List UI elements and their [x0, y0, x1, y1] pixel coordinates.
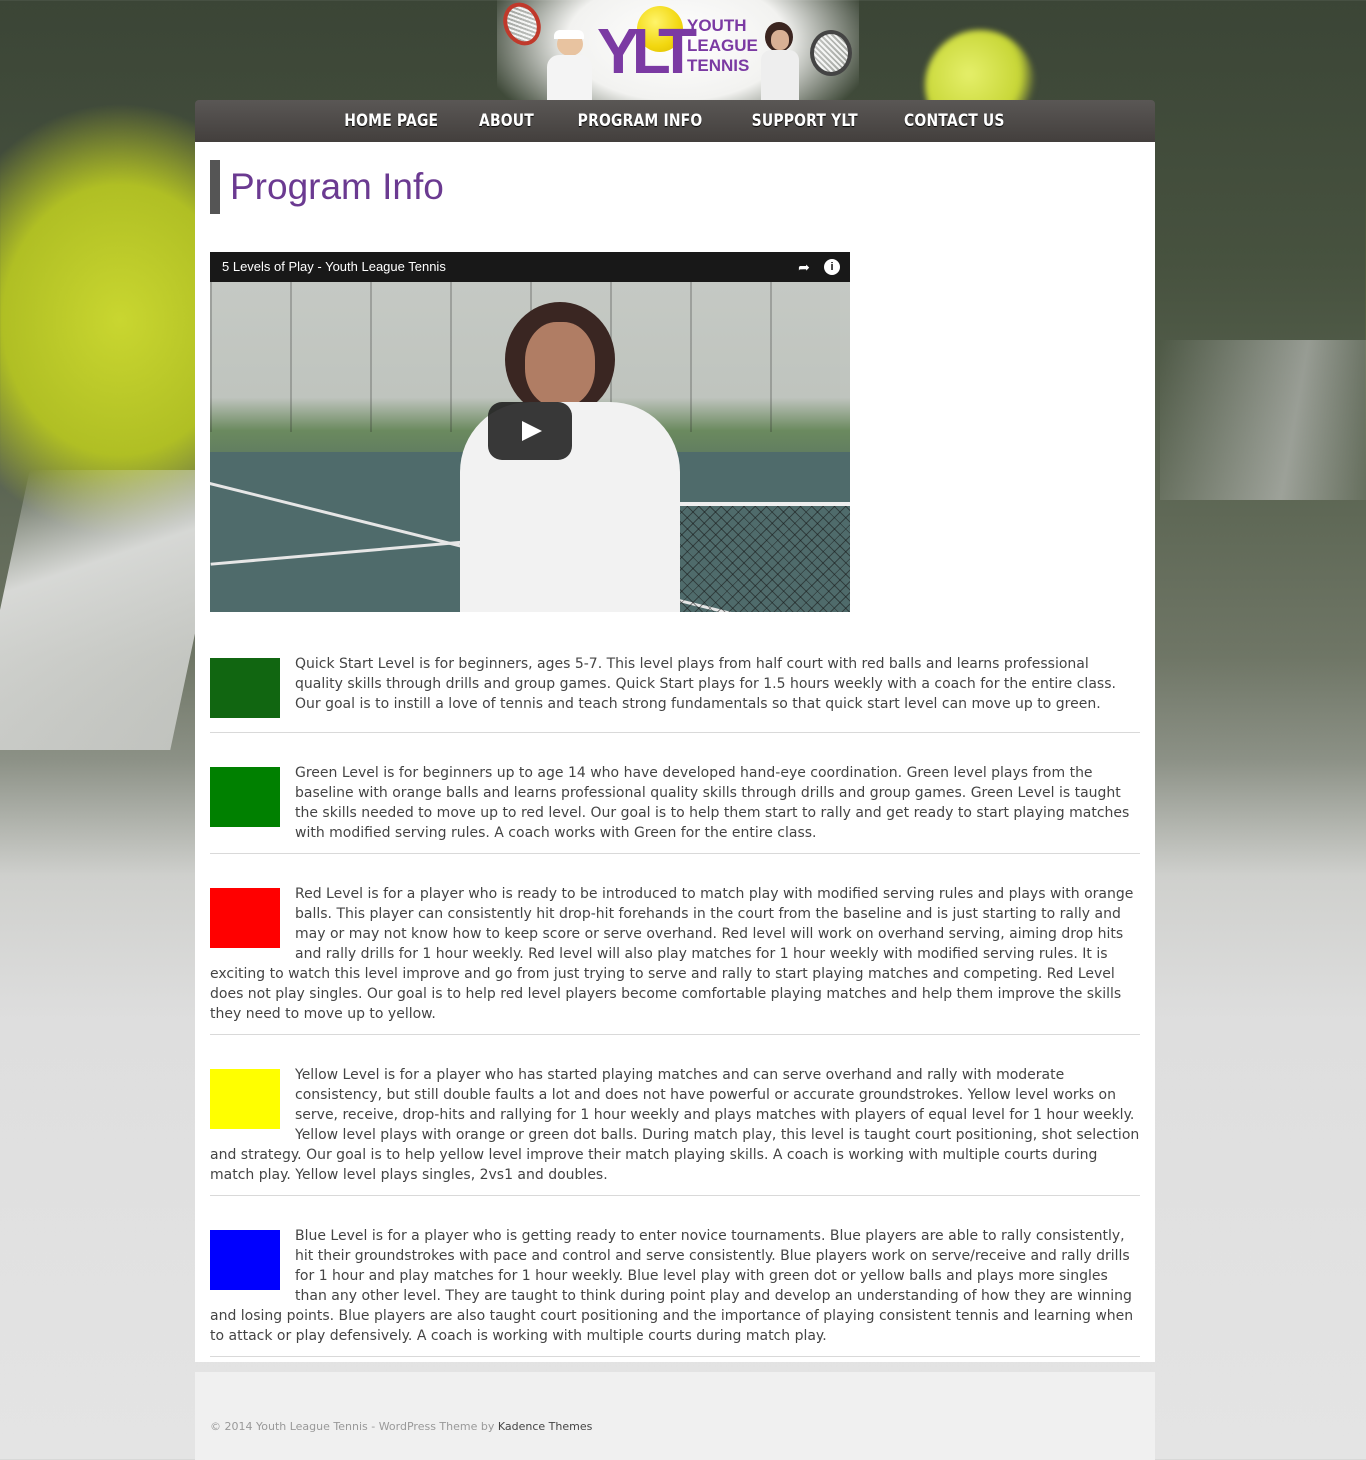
logo-text-line-3: TENNIS: [687, 56, 750, 75]
footer-theme-link[interactable]: Kadence Themes: [498, 1420, 592, 1433]
level-item-quick-start: Quick Start Level is for beginners, ages…: [210, 642, 1140, 733]
footer-copyright: © 2014 Youth League Tennis - WordPress T…: [210, 1420, 592, 1433]
logo-text: YOUTH LEAGUE TENNIS: [687, 16, 758, 76]
level-color-swatch: [210, 1069, 280, 1129]
video-title-bar: 5 Levels of Play - Youth League Tennis ➦…: [210, 252, 850, 282]
logo-text-line-1: YOUTH: [687, 16, 747, 35]
nav-contact[interactable]: CONTACT US: [904, 111, 1005, 131]
video-title[interactable]: 5 Levels of Play - Youth League Tennis: [222, 259, 446, 274]
girl-player-image: [755, 18, 855, 100]
level-description: Blue Level is for a player who is gettin…: [210, 1228, 1134, 1344]
site-header: YLT YOUTH LEAGUE TENNIS: [496, 0, 859, 100]
coach-face: [525, 322, 595, 407]
level-item-green: Green Level is for beginners up to age 1…: [210, 751, 1140, 854]
racket-icon: [496, 0, 548, 52]
nav-support[interactable]: SUPPORT YLT: [751, 111, 857, 131]
logo-text-line-2: LEAGUE: [687, 36, 758, 55]
level-item-yellow: Yellow Level is for a player who has sta…: [210, 1053, 1140, 1196]
video-player[interactable]: 5 Levels of Play - Youth League Tennis ➦…: [210, 252, 850, 612]
ylt-logo[interactable]: YLT: [597, 6, 697, 96]
video-icons: ➦ i: [796, 252, 840, 282]
level-description: Yellow Level is for a player who has sta…: [210, 1067, 1140, 1183]
level-item-blue: Blue Level is for a player who is gettin…: [210, 1214, 1140, 1357]
level-item-red: Red Level is for a player who is ready t…: [210, 872, 1140, 1035]
boy-player-image: [496, 0, 607, 100]
levels-list: Quick Start Level is for beginners, ages…: [210, 642, 1140, 1375]
footer-text: © 2014 Youth League Tennis - WordPress T…: [210, 1420, 495, 1433]
girl-face: [771, 30, 789, 50]
info-icon[interactable]: i: [824, 259, 840, 275]
girl-shirt: [761, 50, 799, 100]
level-description: Green Level is for beginners up to age 1…: [295, 765, 1130, 841]
level-color-swatch: [210, 658, 280, 718]
nav-about[interactable]: ABOUT: [479, 111, 534, 131]
level-color-swatch: [210, 1230, 280, 1290]
site-footer: © 2014 Youth League Tennis - WordPress T…: [195, 1372, 1155, 1460]
boy-shirt: [547, 55, 592, 100]
level-color-swatch: [210, 767, 280, 827]
logo-letters: YLT: [597, 15, 697, 87]
share-icon[interactable]: ➦: [796, 259, 812, 275]
background-court-line-right: [1160, 340, 1366, 500]
racket-icon: [810, 30, 852, 76]
level-description: Quick Start Level is for beginners, ages…: [295, 656, 1116, 712]
boy-cap: [554, 30, 584, 39]
page-title: Program Info: [210, 160, 444, 214]
main-nav: HOME PAGE ABOUT PROGRAM INFO SUPPORT YLT…: [195, 100, 1155, 142]
nav-program-info[interactable]: PROGRAM INFO: [577, 111, 702, 131]
level-description: Red Level is for a player who is ready t…: [210, 886, 1134, 1022]
main-content: Program Info 5 Levels of Play - Youth Le…: [195, 142, 1155, 1362]
level-color-swatch: [210, 888, 280, 948]
nav-home[interactable]: HOME PAGE: [344, 111, 438, 131]
play-button[interactable]: [488, 402, 572, 460]
